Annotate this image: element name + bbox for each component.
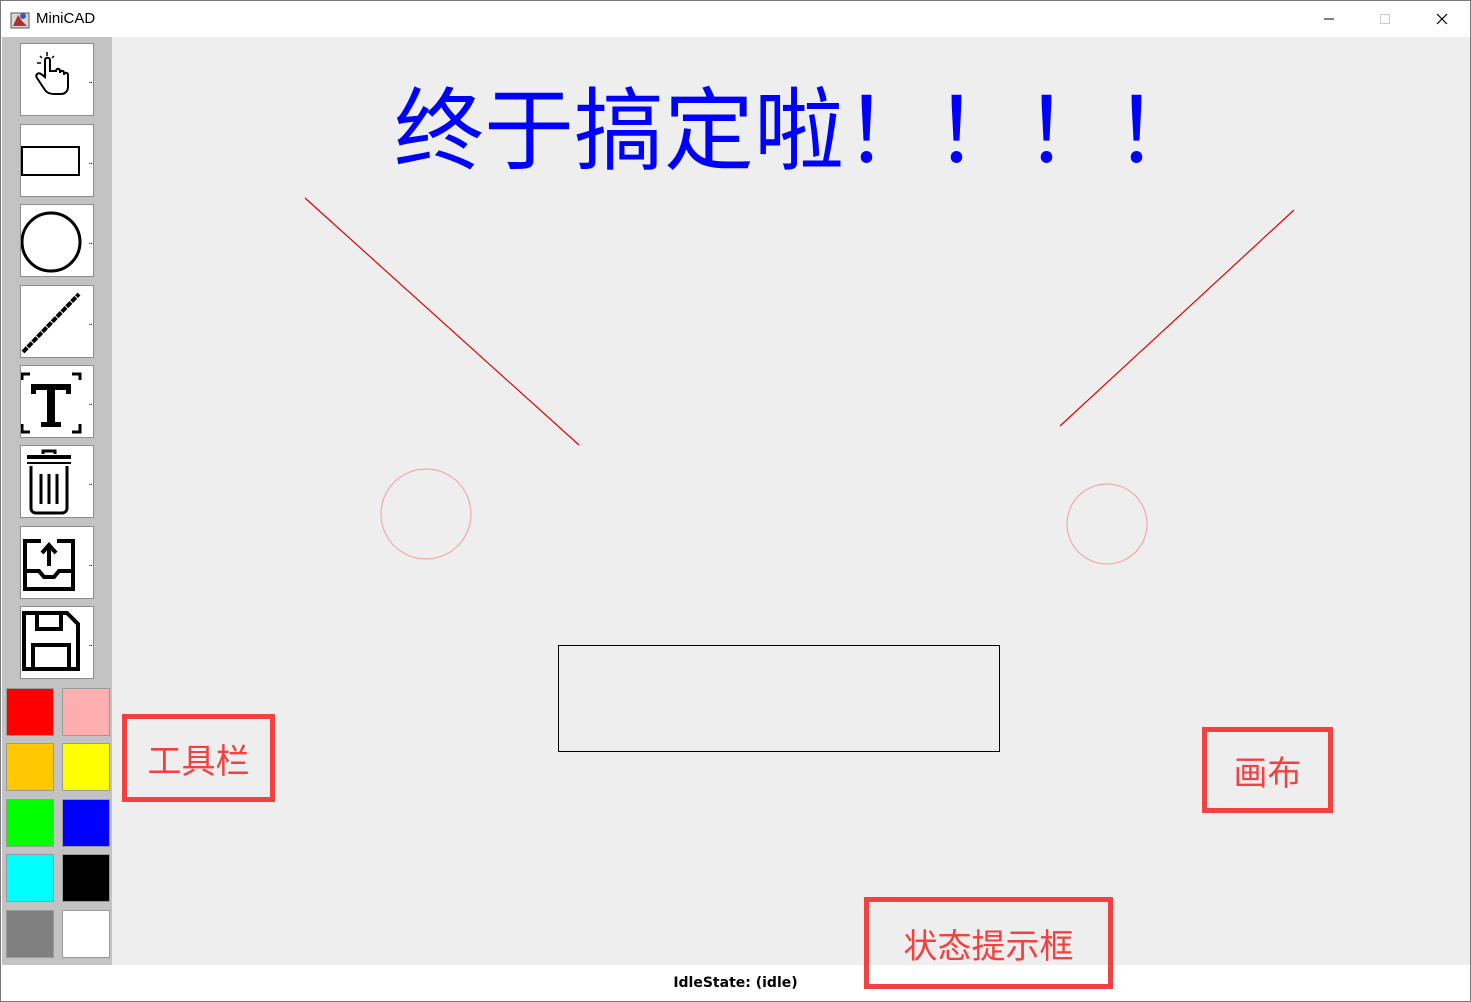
color-swatch-pink[interactable] bbox=[62, 688, 110, 736]
floppy-disk-icon bbox=[22, 611, 80, 671]
canvas-rectangle bbox=[558, 645, 1000, 752]
color-swatch-green[interactable] bbox=[6, 799, 54, 847]
line-tool-button[interactable]: .. bbox=[20, 285, 94, 358]
pointer-hand-icon bbox=[35, 52, 69, 95]
trash-icon bbox=[27, 449, 71, 515]
canvas-circle-right bbox=[1066, 483, 1148, 565]
open-tool-button[interactable]: .. bbox=[20, 526, 94, 599]
select-tool-button[interactable]: .. bbox=[20, 43, 94, 116]
save-tool-button[interactable]: .. bbox=[20, 606, 94, 679]
close-button[interactable] bbox=[1414, 1, 1470, 37]
canvas-line-left bbox=[304, 197, 580, 446]
color-swatch-blue[interactable] bbox=[62, 799, 110, 847]
color-swatch-orange[interactable] bbox=[6, 743, 54, 791]
minimize-button[interactable] bbox=[1301, 1, 1357, 37]
status-text: IdleState: (idle) bbox=[673, 975, 798, 991]
color-swatch-white[interactable] bbox=[62, 910, 110, 958]
circle-tool-button[interactable]: .. bbox=[20, 204, 94, 277]
canvas-annotation: 画布 bbox=[1202, 727, 1333, 813]
color-swatch-yellow[interactable] bbox=[62, 743, 110, 791]
rectangle-icon bbox=[21, 146, 80, 176]
window-title: MiniCAD bbox=[36, 10, 96, 27]
delete-tool-button[interactable]: .. bbox=[20, 445, 94, 518]
canvas-text: 终于搞定啦！！！！ bbox=[394, 79, 1204, 184]
status-bar: IdleState: (idle) bbox=[1, 965, 1470, 1001]
drawing-canvas[interactable]: 终于搞定啦！！！！ bbox=[112, 37, 1470, 965]
line-icon bbox=[21, 292, 81, 354]
canvas-shapes: 终于搞定啦！！！！ bbox=[304, 79, 1295, 752]
color-swatch-red[interactable] bbox=[6, 688, 54, 736]
color-swatch-cyan[interactable] bbox=[6, 854, 54, 902]
toolbar-annotation: 工具栏 bbox=[122, 714, 275, 802]
color-swatch-gray[interactable] bbox=[6, 910, 54, 958]
toolbar: .. .. .. .. .. .. .. .. bbox=[2, 37, 112, 965]
status-annotation: 状态提示框 bbox=[864, 897, 1113, 989]
text-tool-button[interactable]: .. bbox=[20, 365, 94, 438]
text-icon bbox=[21, 372, 82, 434]
toolbar-annotation-label: 工具栏 bbox=[147, 741, 250, 782]
color-swatch-black[interactable] bbox=[62, 854, 110, 902]
canvas-line-right bbox=[1059, 209, 1295, 427]
close-icon bbox=[1436, 13, 1448, 25]
minicad-window: MiniCAD .. .. .. .. .. .. .. .. 终于搞定啦！！！… bbox=[0, 0, 1471, 1002]
app-icon bbox=[10, 12, 30, 29]
maximize-button[interactable] bbox=[1357, 1, 1413, 37]
upload-tray-icon bbox=[23, 539, 75, 591]
maximize-icon bbox=[1380, 14, 1390, 24]
canvas-annotation-label: 画布 bbox=[1233, 753, 1302, 794]
canvas-circle-left bbox=[380, 468, 472, 560]
title-bar[interactable]: MiniCAD bbox=[1, 1, 1470, 37]
rectangle-tool-button[interactable]: .. bbox=[20, 124, 94, 197]
status-annotation-label: 状态提示框 bbox=[903, 926, 1074, 967]
circle-icon bbox=[21, 211, 82, 273]
minimize-icon bbox=[1324, 18, 1334, 20]
